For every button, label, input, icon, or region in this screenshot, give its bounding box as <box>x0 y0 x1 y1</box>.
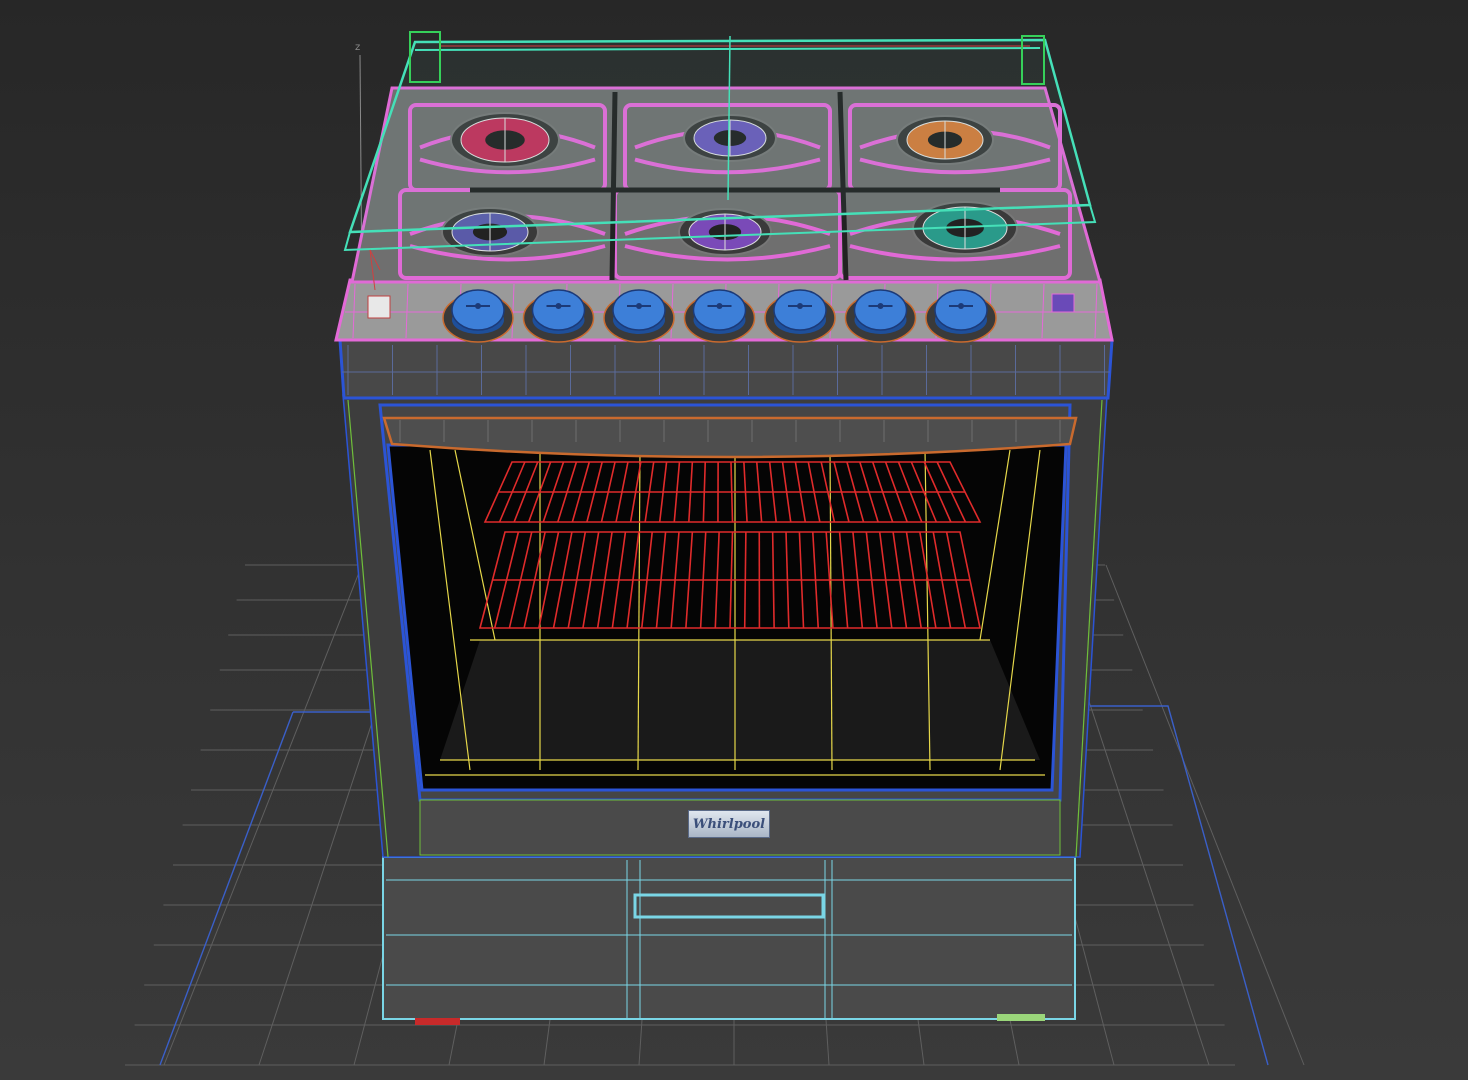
ignition-switch[interactable] <box>367 295 391 319</box>
front-left-foot <box>415 1018 460 1025</box>
timer-indicator[interactable] <box>1051 293 1075 313</box>
z-axis-label: z <box>355 42 361 53</box>
front-right-foot <box>997 1014 1045 1021</box>
oven-floor <box>440 640 1040 760</box>
brand-badge: Whirlpool <box>688 810 770 838</box>
oven-door[interactable] <box>378 403 1078 856</box>
control-panel <box>334 278 1114 343</box>
storage-drawer[interactable] <box>382 856 1076 1025</box>
viewport-scene[interactable] <box>0 0 1468 1080</box>
3d-viewport[interactable]: z Whirlpool <box>0 0 1468 1080</box>
control-band <box>338 338 1114 400</box>
